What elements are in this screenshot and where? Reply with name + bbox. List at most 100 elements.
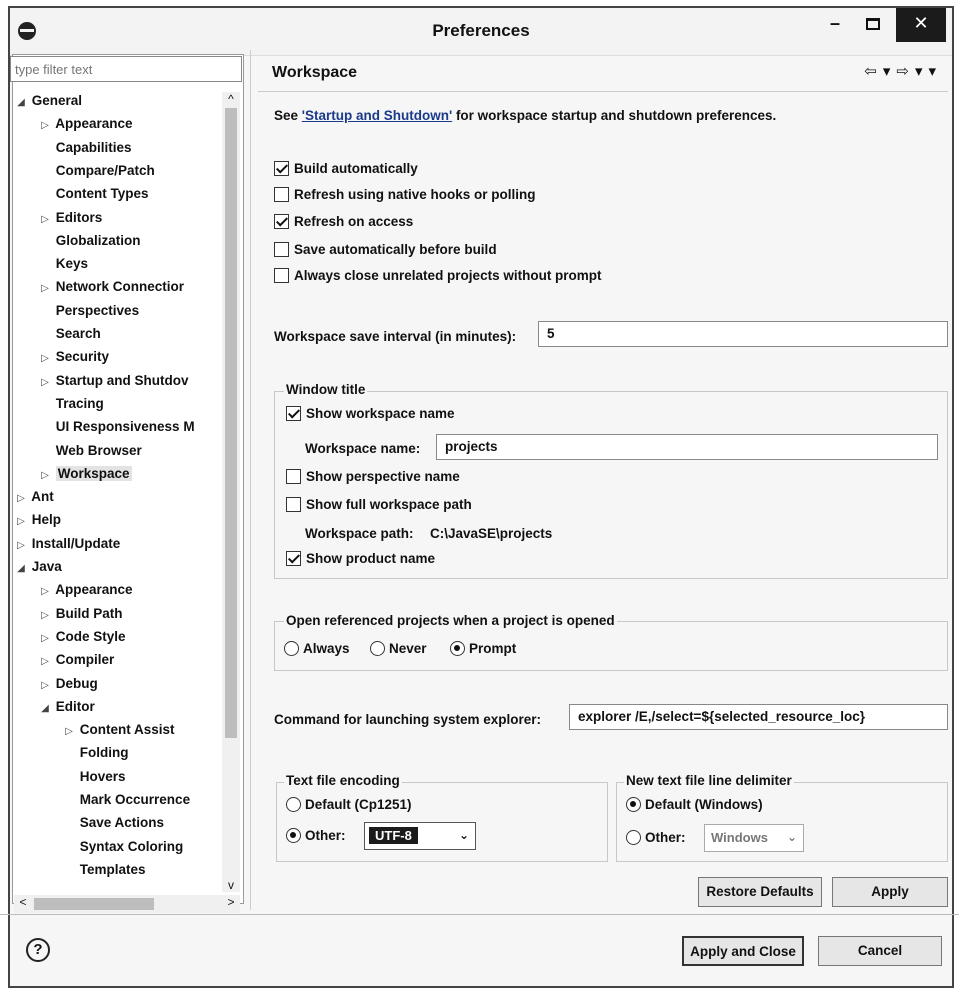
tree-item[interactable]: ▷ Compiler [38, 649, 114, 671]
view-menu-icon[interactable]: ▾ [928, 62, 938, 80]
tree-item[interactable]: Content Types [38, 183, 149, 205]
radio-circle[interactable] [284, 641, 299, 656]
refresh-on-access-checkbox[interactable]: Refresh on access [274, 214, 413, 229]
tree-item[interactable]: Globalization [38, 230, 141, 252]
tree-item[interactable]: ▷ Startup and Shutdov [38, 370, 188, 394]
encoding-other-radio[interactable]: Other: [286, 828, 346, 843]
workspace-name-input[interactable]: projects [436, 434, 938, 460]
apply-button[interactable]: Apply [832, 877, 948, 907]
expanded-twisty-icon[interactable]: ◢ [14, 558, 28, 580]
collapsed-twisty-icon[interactable]: ▷ [38, 348, 52, 370]
tree-item[interactable]: ◢ General [14, 90, 82, 112]
radio-circle[interactable] [286, 797, 301, 812]
filter-input[interactable] [10, 56, 242, 82]
always-close-projects-checkbox[interactable]: Always close unrelated projects without … [274, 268, 602, 283]
collapsed-twisty-icon[interactable]: ▷ [38, 581, 52, 603]
expanded-twisty-icon[interactable]: ◢ [14, 92, 28, 114]
checkbox-box[interactable] [274, 214, 289, 229]
tree-item[interactable]: UI Responsiveness M [38, 416, 195, 438]
checkbox-box[interactable] [274, 187, 289, 202]
radio-circle[interactable] [370, 641, 385, 656]
tree-item[interactable]: ▷ Appearance [38, 113, 132, 137]
save-automatically-checkbox[interactable]: Save automatically before build [274, 242, 497, 257]
tree-item[interactable]: ▷ Content Assist [62, 719, 174, 743]
tree-item[interactable]: ▷ Appearance [38, 579, 132, 603]
tree-item[interactable]: ▷ Build Path [38, 603, 122, 627]
scroll-up-icon[interactable]: ^ [222, 92, 240, 106]
tree-item[interactable]: Perspectives [38, 300, 139, 322]
help-icon[interactable]: ? [26, 938, 50, 962]
pane-splitter[interactable] [250, 50, 251, 910]
checkbox-box[interactable] [274, 268, 289, 283]
tree-item[interactable]: Capabilities [38, 137, 132, 159]
tree-item[interactable]: Folding [62, 742, 129, 764]
tree-item[interactable]: ▷ Workspace [38, 463, 132, 485]
checkbox-box[interactable] [274, 242, 289, 257]
maximize-button[interactable] [854, 8, 892, 42]
delimiter-select[interactable]: Windows ⌄ [704, 824, 804, 852]
tree-item[interactable]: ▷ Editors [38, 207, 102, 229]
tree-item[interactable]: ▷ Ant [14, 486, 54, 508]
collapsed-twisty-icon[interactable]: ▷ [14, 511, 28, 533]
tree-item[interactable]: ◢ Editor [38, 696, 95, 718]
save-interval-input[interactable]: 5 [538, 321, 948, 347]
collapsed-twisty-icon[interactable]: ▷ [38, 115, 52, 137]
build-automatically-checkbox[interactable]: Build automatically [274, 161, 418, 176]
collapsed-twisty-icon[interactable]: ▷ [38, 675, 52, 697]
collapsed-twisty-icon[interactable]: ▷ [38, 651, 52, 673]
close-button[interactable]: ✕ [896, 8, 946, 42]
show-full-path-checkbox[interactable]: Show full workspace path [286, 497, 472, 512]
collapsed-twisty-icon[interactable]: ▷ [38, 372, 52, 394]
tree-item[interactable]: ▷ Security [38, 346, 109, 368]
forward-dropdown-icon[interactable]: ▾ [915, 62, 925, 80]
tree-item[interactable]: ▷ Help [14, 509, 61, 531]
radio-circle[interactable] [626, 797, 641, 812]
radio-circle[interactable] [450, 641, 465, 656]
checkbox-box[interactable] [286, 406, 301, 421]
refresh-native-hooks-checkbox[interactable]: Refresh using native hooks or polling [274, 187, 536, 202]
tree-item[interactable]: ▷ Install/Update [14, 533, 120, 555]
tree-item[interactable]: Syntax Coloring [62, 836, 184, 858]
scroll-thumb-horizontal[interactable] [34, 898, 154, 910]
collapsed-twisty-icon[interactable]: ▷ [62, 721, 76, 743]
tree-item[interactable]: ▷ Code Style [38, 626, 125, 648]
tree-item[interactable]: Tracing [38, 393, 104, 415]
collapsed-twisty-icon[interactable]: ▷ [14, 535, 28, 557]
scroll-thumb[interactable] [225, 108, 237, 738]
back-dropdown-icon[interactable]: ▾ [883, 62, 893, 80]
minimize-button[interactable]: – [816, 8, 854, 42]
collapsed-twisty-icon[interactable]: ▷ [38, 465, 52, 487]
expanded-twisty-icon[interactable]: ◢ [38, 698, 52, 720]
back-arrow-icon[interactable]: ⇦ [864, 62, 879, 80]
show-perspective-name-checkbox[interactable]: Show perspective name [286, 469, 460, 484]
checkbox-box[interactable] [286, 497, 301, 512]
restore-defaults-button[interactable]: Restore Defaults [698, 877, 822, 907]
cancel-button[interactable]: Cancel [818, 936, 942, 966]
tree-horizontal-scrollbar[interactable]: < > [14, 895, 240, 913]
tree-item[interactable]: Hovers [62, 766, 126, 788]
tree-item[interactable]: Templates [62, 859, 146, 881]
collapsed-twisty-icon[interactable]: ▷ [14, 488, 28, 510]
checkbox-box[interactable] [286, 469, 301, 484]
scroll-left-icon[interactable]: < [14, 895, 32, 909]
tree-item[interactable]: ▷ Debug [38, 673, 98, 695]
collapsed-twisty-icon[interactable]: ▷ [38, 605, 52, 627]
scroll-down-icon[interactable]: v [222, 878, 240, 892]
apply-and-close-button[interactable]: Apply and Close [682, 936, 804, 966]
show-workspace-name-checkbox[interactable]: Show workspace name [286, 406, 455, 421]
forward-arrow-icon[interactable]: ⇨ [896, 62, 911, 80]
open-ref-always-radio[interactable]: Always [284, 641, 350, 656]
scroll-right-icon[interactable]: > [222, 895, 240, 909]
tree-item[interactable]: Mark Occurrence [62, 789, 190, 811]
tree-vertical-scrollbar[interactable]: ^ v [222, 92, 240, 892]
encoding-default-radio[interactable]: Default (Cp1251) [286, 797, 412, 812]
radio-circle[interactable] [626, 830, 641, 845]
open-ref-prompt-radio[interactable]: Prompt [450, 641, 516, 656]
tree-item[interactable]: Keys [38, 253, 88, 275]
open-ref-never-radio[interactable]: Never [370, 641, 427, 656]
checkbox-box[interactable] [274, 161, 289, 176]
title-bar[interactable]: Preferences – ✕ [10, 8, 952, 56]
explorer-command-input[interactable]: explorer /E,/select=${selected_resource_… [569, 704, 948, 730]
collapsed-twisty-icon[interactable]: ▷ [38, 209, 52, 231]
checkbox-box[interactable] [286, 551, 301, 566]
